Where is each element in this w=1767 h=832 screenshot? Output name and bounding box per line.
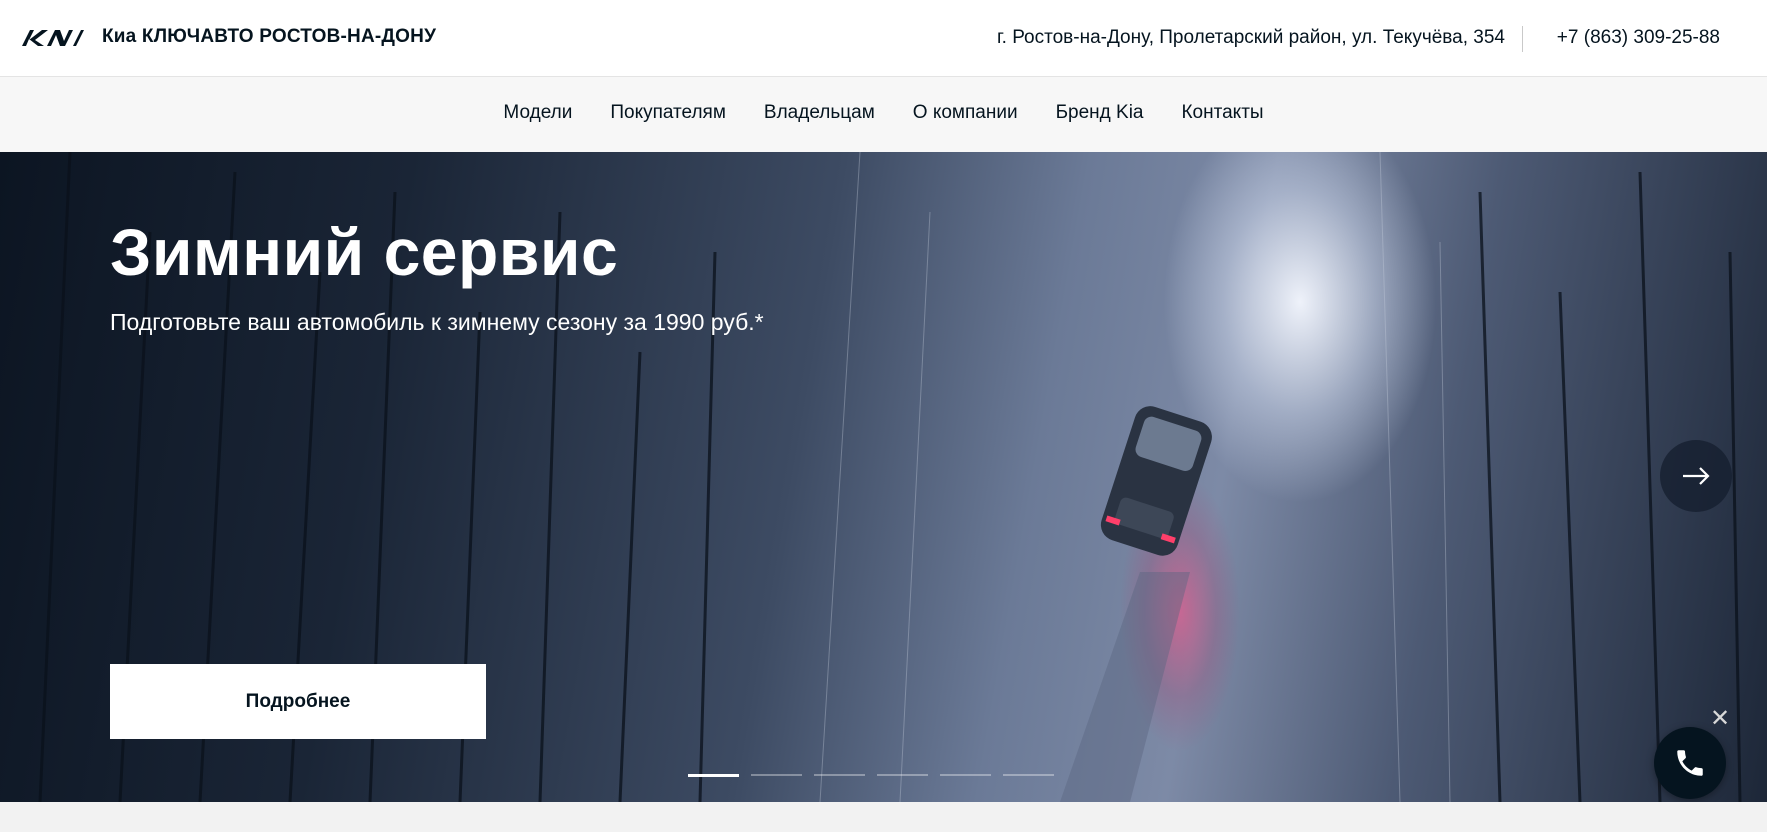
main-nav: Модели Покупателям Владельцам О компании… [0,77,1767,152]
slider-dot[interactable] [688,774,739,777]
slider-dot[interactable] [877,774,928,776]
header-divider [1522,26,1523,52]
car-image [1100,406,1212,556]
slider-pagination [688,774,1054,777]
dealer-name[interactable]: Киа КЛЮЧАВТО РОСТОВ-НА-ДОНУ [102,26,436,48]
slider-dot[interactable] [814,774,865,776]
kia-logo-icon[interactable] [20,27,84,49]
slider-dot[interactable] [940,774,991,776]
close-icon[interactable]: ✕ [1708,707,1732,731]
nav-item-owners[interactable]: Владельцам [745,102,894,124]
page-bottom-strip [0,802,1767,832]
top-header: Киа КЛЮЧАВТО РОСТОВ-НА-ДОНУ г. Ростов-на… [0,0,1767,77]
nav-item-contacts[interactable]: Контакты [1162,102,1282,124]
hero-subtitle: Подготовьте ваш автомобиль к зимнему сез… [110,309,764,335]
arrow-right-icon [1683,467,1710,485]
phone-link[interactable]: +7 (863) 309-25-88 [1557,27,1720,49]
phone-icon [1677,750,1703,776]
dealer-address: г. Ростов-на-Дону, Пролетарский район, у… [997,27,1505,48]
nav-item-buyers[interactable]: Покупателям [591,102,745,124]
hero-title: Зимний сервис [110,215,619,289]
hero-slider: Зимний сервис Подготовьте ваш автомобиль… [0,152,1767,802]
call-button[interactable] [1654,727,1726,799]
slider-dot[interactable] [1003,774,1054,776]
nav-item-company[interactable]: О компании [894,102,1037,124]
nav-item-models[interactable]: Модели [484,102,591,124]
slider-next-button[interactable] [1660,440,1732,512]
more-button[interactable]: Подробнее [110,664,486,739]
nav-item-brand[interactable]: Бренд Kia [1037,102,1163,124]
slider-dot[interactable] [751,774,802,776]
